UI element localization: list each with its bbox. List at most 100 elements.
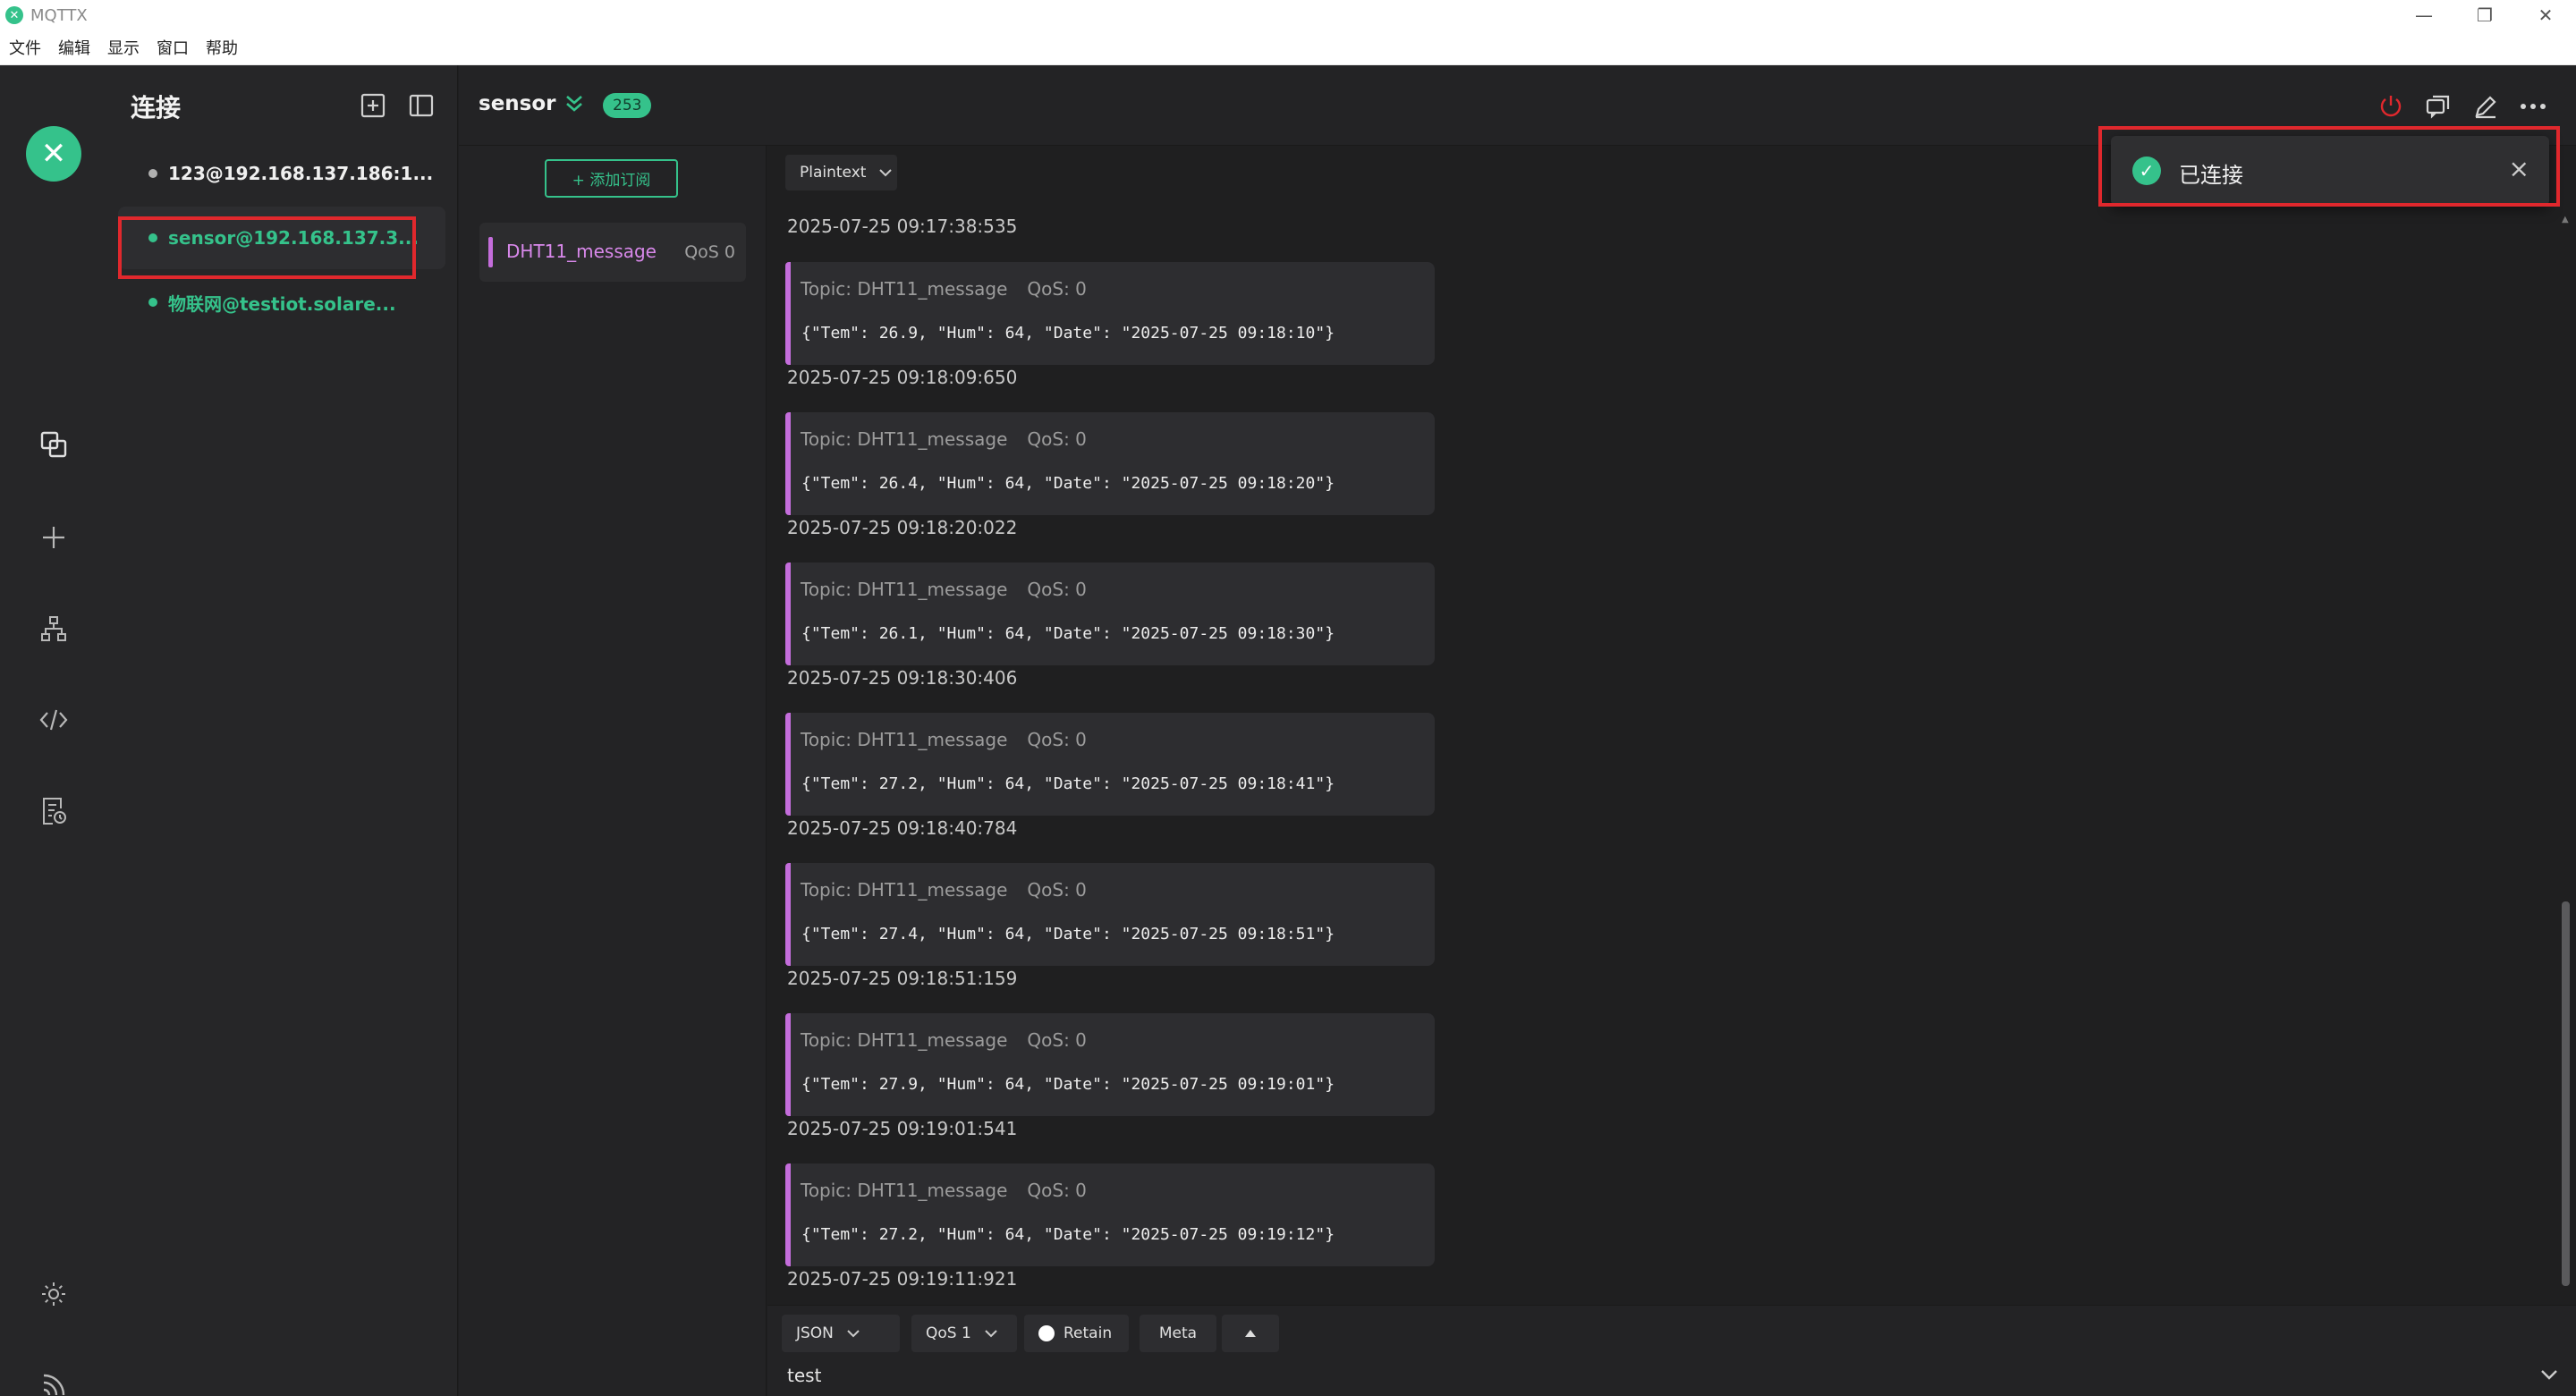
format-value: Plaintext [800,164,867,182]
toast-message: 已连接 [2179,163,2243,188]
message-scrollbar[interactable] [2562,901,2570,1286]
message-qos: QoS: 0 [1027,879,1087,901]
connection-header: sensor 253 [459,65,2576,146]
expand-up-button[interactable] [1222,1315,1279,1352]
topic-color-bar [785,713,791,816]
menu-edit[interactable]: 编辑 [58,36,90,59]
collapse-chevron-icon[interactable] [563,92,586,119]
message-timestamp: 2025-07-25 09:18:09:650 [787,367,1018,388]
message-topic: Topic: DHT11_message [801,579,1008,600]
message-qos: QoS: 0 [1027,428,1087,450]
topology-icon[interactable] [32,607,75,650]
message-meta: Topic: DHT11_message QoS: 0 [801,278,1087,300]
topic-color-bar [785,1013,791,1116]
new-window-icon[interactable] [2420,89,2456,124]
topic-color-bar [785,1163,791,1266]
add-subscription-button[interactable]: + 添加订阅 [545,159,678,198]
topic-color-bar [785,863,791,966]
edit-icon[interactable] [2468,89,2504,124]
feed-icon[interactable] [32,1364,75,1396]
disconnect-icon[interactable] [2373,89,2409,124]
message-timestamp: 2025-07-25 09:18:20:022 [787,517,1018,538]
message-qos: QoS: 0 [1027,278,1087,300]
message-topic: Topic: DHT11_message [801,278,1008,300]
payload-format-select[interactable]: Plaintext [785,155,897,190]
connection-name: sensor [479,92,556,115]
message-card[interactable]: Topic: DHT11_message QoS: 0 {"Tem": 26.4,… [785,412,1435,515]
topic-color-bar [785,563,791,665]
menu-bar: 文件 编辑 显示 窗口 帮助 [0,30,2576,65]
message-meta: Topic: DHT11_message QoS: 0 [801,879,1087,901]
message-card[interactable]: Topic: DHT11_message QoS: 0 {"Tem": 27.2,… [785,713,1435,816]
message-card[interactable]: Topic: DHT11_message QoS: 0 {"Tem": 27.9,… [785,1013,1435,1116]
connection-label: sensor@192.168.137.3... [168,227,419,249]
message-meta: Topic: DHT11_message QoS: 0 [801,729,1087,750]
connections-title: 连接 [131,93,182,123]
nav-rail: ✕ [0,65,109,1396]
publish-qos-value: QoS 1 [926,1324,971,1342]
scroll-up-icon[interactable]: ▲ [2562,215,2571,224]
status-dot [148,169,157,178]
message-timestamp: 2025-07-25 09:19:11:921 [787,1268,1018,1290]
topic-color-bar [785,412,791,515]
publish-qos-select[interactable]: QoS 1 [911,1315,1017,1352]
minimize-button[interactable]: — [2394,0,2454,30]
message-card[interactable]: Topic: DHT11_message QoS: 0 {"Tem": 27.4,… [785,863,1435,966]
status-dot [148,233,157,242]
message-payload: {"Tem": 26.9, "Hum": 64, "Date": "2025-0… [801,324,1335,343]
mqttx-logo-icon: ✕ [5,6,23,24]
close-icon[interactable]: × [2509,154,2529,183]
connection-label: 123@192.168.137.186:1... [168,163,434,184]
connections-icon[interactable] [32,423,75,466]
message-payload: {"Tem": 27.2, "Hum": 64, "Date": "2025-0… [801,774,1335,793]
message-card[interactable]: Topic: DHT11_message QoS: 0 {"Tem": 26.9,… [785,262,1435,365]
settings-icon[interactable] [32,1273,75,1316]
message-timestamp: 2025-07-25 09:18:30:406 [787,667,1018,689]
publish-bar: JSON QoS 1 Retain Meta test [767,1305,2576,1396]
message-topic: Topic: DHT11_message [801,428,1008,450]
chevron-down-icon [847,1330,860,1338]
chevron-down-icon [985,1330,997,1338]
message-meta: Topic: DHT11_message QoS: 0 [801,1180,1087,1201]
status-dot [148,298,157,307]
message-timestamp: 2025-07-25 09:17:38:535 [787,216,1018,237]
message-timestamp: 2025-07-25 09:18:40:784 [787,817,1018,839]
restore-button[interactable]: ❐ [2454,0,2515,30]
menu-view[interactable]: 显示 [107,36,140,59]
publish-topic-input[interactable]: test [787,1365,821,1386]
retain-toggle[interactable]: Retain [1024,1315,1129,1352]
message-card[interactable]: Topic: DHT11_message QoS: 0 {"Tem": 27.2,… [785,1163,1435,1266]
publish-format-select[interactable]: JSON [782,1315,900,1352]
message-payload: {"Tem": 26.4, "Hum": 64, "Date": "2025-0… [801,474,1335,493]
toggle-sidebar-icon[interactable] [406,90,436,121]
subscriptions-panel: + 添加订阅 DHT11_message QoS 0 [459,146,767,1396]
connections-panel: 连接 123@192.168.137.186:1... sensor@192.1… [109,65,458,1396]
publish-format-value: JSON [796,1324,834,1342]
app-logo-icon: ✕ [26,126,81,182]
window-controls: — ❐ ✕ [2394,0,2576,30]
message-meta: Topic: DHT11_message QoS: 0 [801,428,1087,450]
script-icon[interactable] [32,698,75,741]
message-topic: Topic: DHT11_message [801,879,1008,901]
message-payload: {"Tem": 26.1, "Hum": 64, "Date": "2025-0… [801,624,1335,643]
message-qos: QoS: 0 [1027,1029,1087,1051]
menu-help[interactable]: 帮助 [206,36,238,59]
new-connection-icon[interactable] [358,90,388,121]
menu-file[interactable]: 文件 [9,36,41,59]
subscription-item[interactable]: DHT11_message QoS 0 [479,223,746,282]
meta-button[interactable]: Meta [1140,1315,1216,1352]
connected-toast: ✓ 已连接 × [2111,136,2549,206]
message-card[interactable]: Topic: DHT11_message QoS: 0 {"Tem": 26.1,… [785,563,1435,665]
close-window-button[interactable]: ✕ [2515,0,2576,30]
chevron-down-icon[interactable] [2540,1366,2558,1383]
add-icon[interactable] [32,516,75,559]
connection-item-sensor[interactable]: sensor@192.168.137.3... [118,207,445,269]
connection-item-iot[interactable]: 物联网@testiot.solare... [118,271,445,334]
more-icon[interactable] [2515,89,2551,124]
connection-item-123[interactable]: 123@192.168.137.186:1... [118,142,445,205]
message-payload: {"Tem": 27.4, "Hum": 64, "Date": "2025-0… [801,925,1335,943]
menu-window[interactable]: 窗口 [157,36,189,59]
chevron-down-icon [878,164,893,182]
subscription-topic: DHT11_message [506,241,657,262]
log-icon[interactable] [32,790,75,833]
